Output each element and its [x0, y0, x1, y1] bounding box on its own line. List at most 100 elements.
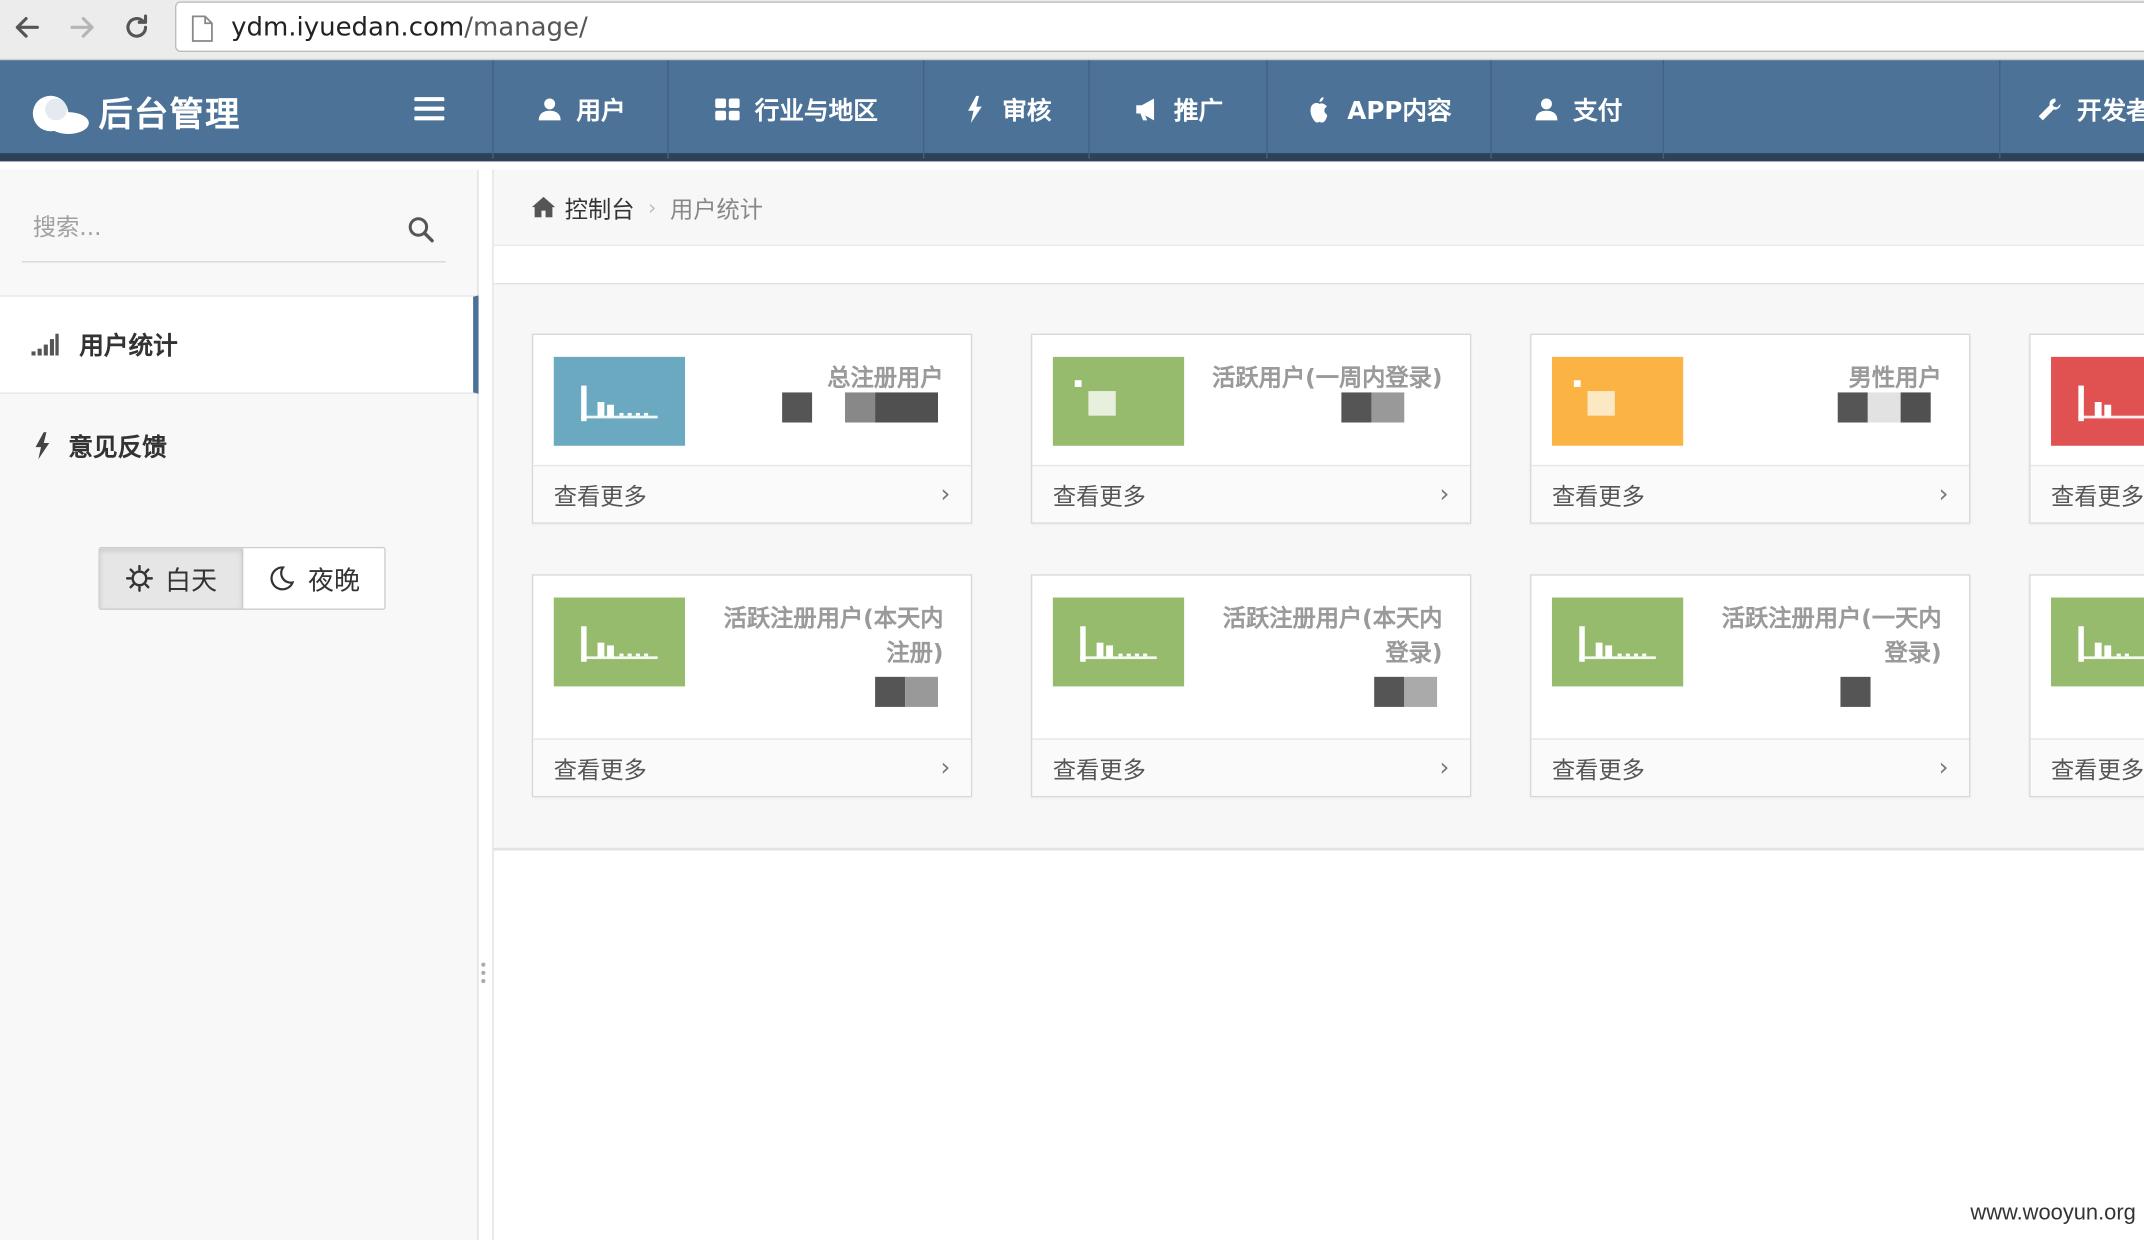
nav-item-users[interactable]: 用户 — [492, 60, 667, 159]
home-icon — [531, 195, 557, 220]
bolt-icon — [961, 95, 988, 124]
chart-chip — [1551, 597, 1684, 687]
card-title: 活跃注册用户(本天内登录) — [1222, 605, 1443, 668]
breadcrumb-home[interactable]: 控制台 — [565, 190, 635, 224]
user-icon — [535, 96, 562, 123]
chevron-right-icon: › — [940, 479, 951, 509]
chevron-right-icon: › — [940, 753, 951, 783]
view-more-link[interactable]: 查看更多› — [1032, 464, 1470, 523]
stat-card-active-registered-today: 活跃注册用户(本天内注册) 查看更多 › — [531, 574, 973, 798]
moon-icon — [267, 563, 297, 593]
bar-chart-icon — [581, 384, 658, 421]
bolt-icon — [27, 431, 57, 461]
back-button[interactable] — [8, 8, 46, 46]
stat-card-active-login-day: 活跃注册用户(一天内登录) 查看更多 › — [1530, 574, 1971, 798]
stat-card-male-users: 男性用户 查看更多 › — [1530, 333, 1971, 524]
redacted-value — [1374, 676, 1438, 707]
nav-item-promotion[interactable]: 推广 — [1088, 60, 1266, 159]
sidebar-item-feedback[interactable]: 意见反馈 — [0, 397, 479, 495]
sidebar: 用户统计 意见反馈 白天 夜晚 — [0, 169, 486, 1240]
bar-chart-icon — [1573, 379, 1615, 415]
theme-toggle: 白天 夜晚 — [98, 546, 386, 610]
redacted-value — [1837, 392, 1931, 423]
signal-icon — [30, 330, 60, 360]
url-path: /manage/ — [464, 12, 588, 43]
stat-card-partial-2: 查看更多› — [2029, 574, 2144, 798]
nav-item-developer[interactable]: 开发者 — [1999, 60, 2144, 159]
view-more-label: 查看更多 — [553, 757, 647, 785]
stat-card-active-login-today: 活跃注册用户(本天内登录) 查看更多 › — [1030, 574, 1472, 798]
view-more-link[interactable]: 查看更多 › — [1531, 464, 1969, 523]
breadcrumb: 控制台 › 用户统计 — [493, 169, 2144, 247]
view-more-link[interactable]: 查看更多 › — [533, 464, 971, 523]
view-more-label: 查看更多 — [1551, 757, 1645, 785]
stats-area: 总注册用户 查看更多 › 活跃用户(一周内登录) 查看更多 › 男性用户 查看更多 › — [493, 284, 2144, 851]
sidebar-item-user-stats[interactable]: 用户统计 — [0, 295, 479, 394]
chart-chip — [1052, 597, 1185, 687]
nav-item-label: 用户 — [576, 97, 626, 126]
url-host: ydm.iyuedan.com — [231, 12, 465, 43]
toolbar-strip — [493, 246, 2144, 285]
user-icon — [1532, 96, 1559, 123]
chart-chip — [553, 356, 686, 446]
stat-card-partial: 查看更多› — [2029, 333, 2144, 524]
view-more-link[interactable]: 查看更多› — [2030, 464, 2144, 523]
night-mode-button[interactable]: 夜晚 — [242, 548, 385, 609]
view-more-link[interactable]: 查看更多 › — [533, 738, 971, 796]
logo[interactable]: 后台管理 — [30, 88, 241, 137]
cloud-logo-icon — [32, 95, 89, 135]
search-input[interactable] — [21, 205, 392, 252]
sidebar-resize-handle[interactable] — [481, 962, 486, 988]
arrow-left-icon — [15, 17, 39, 38]
app-title: 后台管理 — [98, 94, 241, 135]
app-header: 后台管理 用户 行业与地区 审核 推广 APP内容 支付 开发者 — [0, 60, 2144, 162]
day-mode-label: 白天 — [165, 565, 218, 596]
url-text: ydm.iyuedan.com/manage/ — [231, 12, 588, 42]
redacted-value — [782, 392, 939, 423]
sidebar-item-label: 用户统计 — [79, 332, 178, 361]
breadcrumb-current: 用户统计 — [670, 196, 763, 225]
reload-button[interactable] — [118, 8, 156, 46]
nav-item-payment[interactable]: 支付 — [1490, 60, 1665, 159]
redacted-value — [1341, 392, 1405, 423]
bar-chart-icon — [2078, 384, 2144, 421]
view-more-link[interactable]: 查看更多› — [2030, 738, 2144, 796]
view-more-label: 查看更多 — [1551, 484, 1645, 512]
address-bar[interactable]: ydm.iyuedan.com/manage/ — [175, 1, 2144, 52]
nav-item-label: 行业与地区 — [754, 97, 878, 126]
page-icon — [191, 15, 213, 42]
view-more-link[interactable]: 查看更多 › — [1531, 738, 1969, 796]
menu-toggle-button[interactable] — [414, 97, 445, 122]
chevron-right-icon: › — [1938, 479, 1949, 509]
nav-item-app-content[interactable]: APP内容 — [1266, 60, 1490, 159]
wrench-icon — [2036, 96, 2063, 123]
nav-item-industry-region[interactable]: 行业与地区 — [667, 60, 923, 159]
search-icon[interactable] — [407, 216, 434, 243]
view-more-link[interactable]: 查看更多› — [1032, 738, 1470, 796]
breadcrumb-separator: › — [648, 194, 657, 220]
sun-icon — [124, 563, 154, 593]
sidebar-item-label: 意见反馈 — [68, 433, 167, 463]
view-more-label: 查看更多 — [2051, 484, 2144, 512]
nav-item-label: 推广 — [1173, 97, 1224, 126]
card-title: 活跃注册用户(本天内注册) — [723, 605, 944, 668]
reload-icon — [126, 14, 148, 38]
chevron-right-icon: › — [1938, 753, 1949, 783]
stat-card-active-week: 活跃用户(一周内登录) 查看更多 › — [1030, 333, 1472, 524]
apple-icon — [1306, 96, 1333, 123]
nav-item-review[interactable]: 审核 — [922, 60, 1088, 159]
chevron-right-icon: › — [1439, 479, 1450, 509]
chart-chip — [1551, 356, 1684, 446]
day-mode-button[interactable]: 白天 — [99, 548, 243, 609]
main-content: 控制台 › 用户统计 总注册用户 查看更多 › 活跃用户(一周内登录) 查看更多… — [492, 169, 2144, 1240]
bar-chart-icon — [2078, 625, 2144, 662]
view-more-label: 查看更多 — [2051, 757, 2144, 785]
redacted-value — [875, 676, 939, 707]
nav-item-label: 开发者 — [2077, 97, 2144, 126]
bar-chart-icon — [1579, 625, 1656, 662]
forward-button[interactable] — [63, 8, 101, 46]
card-title: 活跃注册用户(一天内登录) — [1721, 605, 1942, 668]
view-more-label: 查看更多 — [553, 484, 647, 512]
arrow-right-icon — [70, 17, 94, 38]
nav-item-label: 支付 — [1573, 97, 1623, 126]
